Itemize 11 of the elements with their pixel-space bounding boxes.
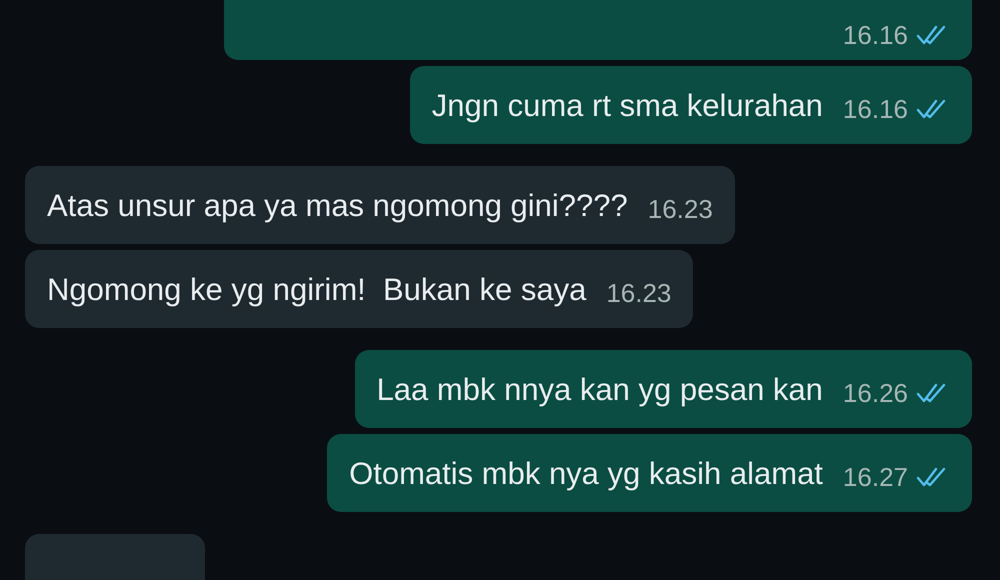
message-text: Laa mbk nnya kan yg pesan kan: [376, 371, 823, 409]
message-time: 16.23: [648, 194, 713, 224]
message-text: Otomatis mbk nya yg kasih alamat: [349, 455, 823, 493]
message-time: 16.27: [842, 462, 908, 492]
message-time: 16.16: [842, 94, 908, 124]
message-time: 16.16: [842, 20, 908, 50]
message-text: Atas unsur apa ya mas ngomong gini????: [47, 187, 628, 225]
message-time: 16.26: [842, 378, 908, 408]
message-time: 16.23: [606, 278, 672, 308]
message-text: Jngn cuma rt sma kelurahan: [432, 87, 823, 125]
message-text: Ngomong ke yg ngirim! Bukan ke saya: [47, 271, 586, 309]
